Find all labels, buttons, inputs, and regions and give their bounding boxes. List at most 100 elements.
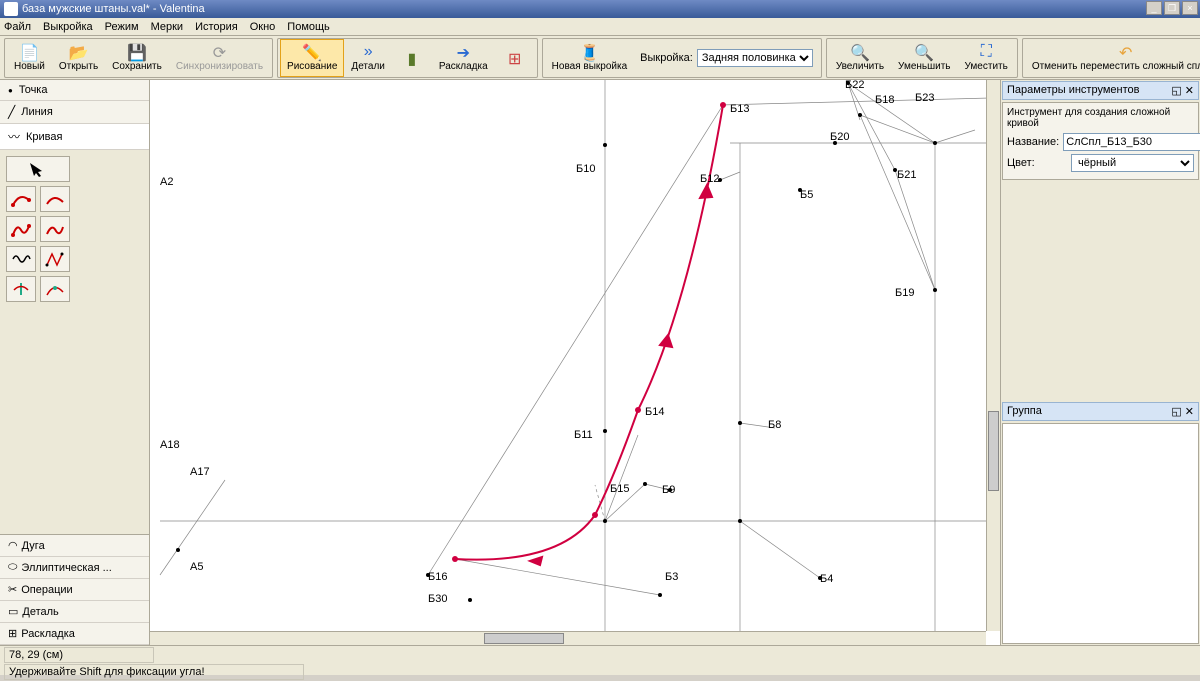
group-header: Группа◱ ✕	[1002, 402, 1199, 421]
svg-text:Б9: Б9	[662, 484, 675, 496]
svg-text:Б13: Б13	[730, 103, 749, 115]
svg-text:Б14: Б14	[645, 406, 664, 418]
svg-text:Б3: Б3	[665, 571, 678, 583]
open-icon: 📂	[69, 43, 89, 61]
vertical-scrollbar[interactable]	[986, 80, 1000, 631]
piece-icon: ▮	[407, 49, 416, 67]
svg-text:Б11: Б11	[574, 429, 593, 441]
svg-text:Б21: Б21	[897, 169, 916, 181]
zoom-out-button[interactable]: 🔍Уменьшить	[891, 39, 957, 77]
svg-text:Б19: Б19	[895, 287, 914, 299]
detail-icon: ▭	[8, 605, 18, 618]
props-header: Параметры инструментов◱ ✕	[1002, 81, 1199, 100]
horizontal-scrollbar[interactable]	[150, 631, 986, 645]
save-icon: 💾	[127, 43, 147, 61]
minimize-button[interactable]: _	[1146, 1, 1162, 15]
operations-category[interactable]: ✂Операции	[0, 579, 149, 601]
menu-history[interactable]: История	[195, 21, 238, 33]
properties-panel: Параметры инструментов◱ ✕ Инструмент для…	[1000, 80, 1200, 645]
curve-tools	[0, 150, 149, 308]
svg-text:А5: А5	[190, 561, 203, 573]
save-button[interactable]: 💾Сохранить	[105, 39, 169, 77]
svg-text:Б4: Б4	[820, 573, 833, 585]
close-button[interactable]: ×	[1182, 1, 1198, 15]
sync-icon: ⟳	[213, 43, 226, 61]
curve-tool-4[interactable]	[40, 216, 70, 242]
panel-controls[interactable]: ◱ ✕	[1171, 84, 1194, 97]
pattern-label: Выкройка:	[640, 52, 693, 64]
layout-mode-button[interactable]: ➔Раскладка	[432, 39, 495, 77]
curve-tool-3[interactable]	[6, 216, 36, 242]
app-icon	[4, 2, 18, 16]
svg-text:А2: А2	[160, 176, 173, 188]
tool-cat-line[interactable]: Линия	[0, 101, 149, 124]
titlebar: база мужские штаны.val* - Valentina _ ❐ …	[0, 0, 1200, 18]
detail-button[interactable]: ▮	[392, 39, 432, 77]
group-panel-controls[interactable]: ◱ ✕	[1171, 405, 1194, 418]
svg-text:Б30: Б30	[428, 593, 447, 605]
arrow-icon: ➔	[457, 43, 470, 61]
drawing-canvas[interactable]: А2 А5 А17 А18 Б3 Б4 Б5 Б8 Б9 Б10 Б11 Б12…	[150, 80, 1000, 645]
curve-tool-5[interactable]	[6, 246, 36, 272]
curve-tool-7[interactable]	[6, 276, 36, 302]
undo-button[interactable]: ↶Отменить переместить сложный сплайн	[1025, 39, 1200, 77]
tool-cat-point[interactable]: Точка	[0, 80, 149, 101]
svg-text:Б16: Б16	[428, 571, 447, 583]
pencil-icon: ✏️	[302, 43, 322, 61]
new-icon: 📄	[19, 43, 39, 61]
status-coords: 78, 29 (см)	[4, 647, 154, 663]
arrow-tool[interactable]	[6, 156, 70, 182]
curve-tool-1[interactable]	[6, 186, 36, 212]
new-pattern-button[interactable]: 🧵Новая выкройка	[545, 39, 634, 77]
svg-text:А18: А18	[160, 439, 180, 451]
window-title: база мужские штаны.val* - Valentina	[22, 3, 205, 15]
arrows-icon: »	[364, 43, 373, 61]
zoom-out-icon: 🔍	[914, 43, 934, 61]
menu-measurements[interactable]: Мерки	[151, 21, 183, 33]
name-label: Название:	[1007, 136, 1059, 148]
sync-button[interactable]: ⟳Синхронизировать	[169, 39, 270, 77]
curve-icon	[8, 128, 20, 145]
tool-title: Инструмент для создания сложной кривой	[1007, 107, 1194, 129]
svg-text:Б20: Б20	[830, 131, 849, 143]
tool-cat-curve[interactable]: Кривая	[0, 124, 149, 150]
zoom-in-button[interactable]: 🔍Увеличить	[829, 39, 891, 77]
color-label: Цвет:	[1007, 157, 1067, 169]
zoom-fit-icon: ⛶	[981, 43, 992, 61]
zoom-in-icon: 🔍	[850, 43, 870, 61]
line-icon	[8, 105, 15, 119]
grid-button[interactable]: ⊞	[495, 39, 535, 77]
group-list[interactable]	[1002, 423, 1199, 645]
maximize-button[interactable]: ❐	[1164, 1, 1180, 15]
arc-category[interactable]: ◠Дуга	[0, 535, 149, 557]
ops-icon: ✂	[8, 583, 17, 596]
menu-mode[interactable]: Режим	[105, 21, 139, 33]
menu-help[interactable]: Помощь	[287, 21, 330, 33]
details-mode-button[interactable]: »Детали	[344, 39, 391, 77]
new-button[interactable]: 📄Новый	[7, 39, 52, 77]
name-input[interactable]	[1063, 133, 1200, 151]
pattern-select[interactable]: Задняя половинка	[697, 49, 813, 67]
menu-file[interactable]: Файл	[4, 21, 31, 33]
layout-icon: ⊞	[8, 627, 17, 640]
layout-category[interactable]: ⊞Раскладка	[0, 623, 149, 645]
point-icon	[8, 84, 13, 96]
curve-tool-8[interactable]	[40, 276, 70, 302]
color-select[interactable]: чёрный	[1071, 154, 1194, 172]
elliptic-category[interactable]: ⬭Эллиптическая ...	[0, 557, 149, 579]
tool-panel: Точка Линия Кривая ◠Дуга ⬭Эллиптическая …	[0, 80, 150, 645]
svg-text:Б10: Б10	[576, 163, 595, 175]
menu-window[interactable]: Окно	[250, 21, 276, 33]
curve-tool-6[interactable]	[40, 246, 70, 272]
drawing-mode-button[interactable]: ✏️Рисование	[280, 39, 344, 77]
zoom-fit-button[interactable]: ⛶Уместить	[958, 39, 1015, 77]
statusbar: 78, 29 (см) Удерживайте Shift для фиксац…	[0, 645, 1200, 675]
detail-category[interactable]: ▭Деталь	[0, 601, 149, 623]
curve-tool-2[interactable]	[40, 186, 70, 212]
open-button[interactable]: 📂Открыть	[52, 39, 105, 77]
menu-pattern[interactable]: Выкройка	[43, 21, 93, 33]
svg-text:Б5: Б5	[800, 189, 813, 201]
svg-text:Б8: Б8	[768, 419, 781, 431]
svg-text:Б23: Б23	[915, 92, 934, 104]
svg-text:Б18: Б18	[875, 94, 894, 106]
